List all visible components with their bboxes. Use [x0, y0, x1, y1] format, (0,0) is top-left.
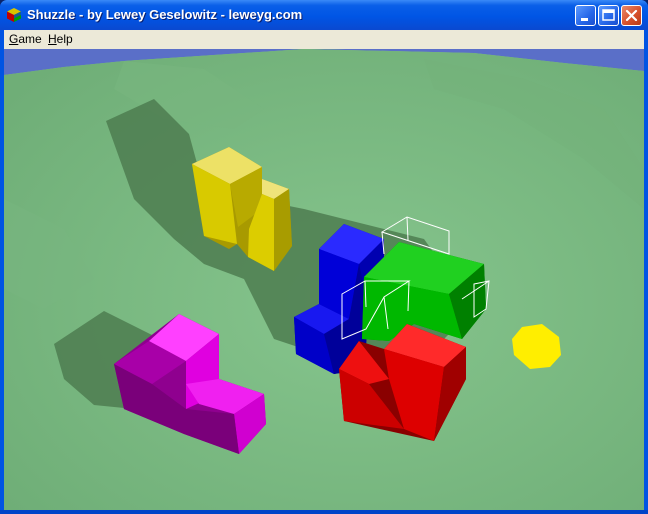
window-title: Shuzzle - by Lewey Geselowitz - leweyg.c…: [27, 7, 303, 22]
close-icon: [625, 9, 638, 22]
menu-help[interactable]: Help: [48, 32, 73, 46]
menu-game[interactable]: Game: [9, 32, 42, 46]
menu-bar: Game Help: [4, 30, 644, 49]
window-frame-right: [644, 30, 648, 514]
minimize-icon: [581, 18, 588, 21]
close-button[interactable]: [621, 5, 642, 26]
window-frame-bottom: [0, 510, 648, 514]
minimize-button[interactable]: [575, 5, 596, 26]
maximize-icon: [602, 9, 615, 21]
menu-game-label: Game: [9, 32, 42, 46]
maximize-button[interactable]: [598, 5, 619, 26]
app-cube-icon: [7, 8, 21, 22]
scene-canvas[interactable]: [4, 49, 644, 510]
game-viewport[interactable]: [4, 49, 644, 510]
menu-help-label: Help: [48, 32, 73, 46]
app-window: Shuzzle - by Lewey Geselowitz - leweyg.c…: [0, 0, 648, 514]
title-bar[interactable]: Shuzzle - by Lewey Geselowitz - leweyg.c…: [0, 0, 648, 30]
